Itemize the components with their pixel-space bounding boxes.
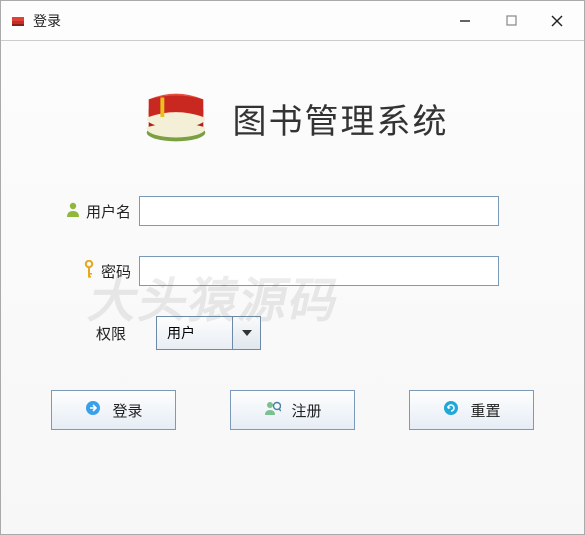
window-title: 登录 bbox=[33, 11, 61, 31]
role-label: 权限 bbox=[96, 323, 126, 344]
username-label: 用户名 bbox=[41, 201, 131, 222]
chevron-down-icon bbox=[232, 317, 260, 349]
books-icon bbox=[137, 81, 215, 156]
login-icon bbox=[84, 399, 102, 421]
login-body: 大头猿源码 图书管理系统 bbox=[1, 41, 584, 534]
titlebar: 登录 bbox=[1, 1, 584, 41]
role-selected-value: 用户 bbox=[157, 323, 232, 343]
login-window: 登录 大头猿源码 bbox=[0, 0, 585, 535]
minimize-button[interactable] bbox=[442, 5, 488, 37]
app-title: 图书管理系统 bbox=[233, 94, 449, 143]
close-button[interactable] bbox=[534, 5, 580, 37]
header-row: 图书管理系统 bbox=[41, 81, 544, 156]
key-icon bbox=[83, 260, 95, 282]
password-input[interactable] bbox=[139, 256, 499, 286]
login-button[interactable]: 登录 bbox=[51, 390, 176, 430]
reset-button[interactable]: 重置 bbox=[409, 390, 534, 430]
button-row: 登录 注册 重置 bbox=[41, 390, 544, 430]
maximize-button[interactable] bbox=[488, 5, 534, 37]
role-select[interactable]: 用户 bbox=[156, 316, 261, 350]
password-label: 密码 bbox=[41, 260, 131, 282]
password-row: 密码 bbox=[41, 256, 544, 286]
register-icon bbox=[263, 399, 281, 421]
reset-icon bbox=[442, 399, 460, 421]
role-row: 权限 用户 bbox=[96, 316, 544, 350]
username-input[interactable] bbox=[139, 196, 499, 226]
username-row: 用户名 bbox=[41, 196, 544, 226]
app-icon bbox=[9, 12, 27, 30]
user-icon bbox=[66, 201, 80, 221]
register-button[interactable]: 注册 bbox=[230, 390, 355, 430]
